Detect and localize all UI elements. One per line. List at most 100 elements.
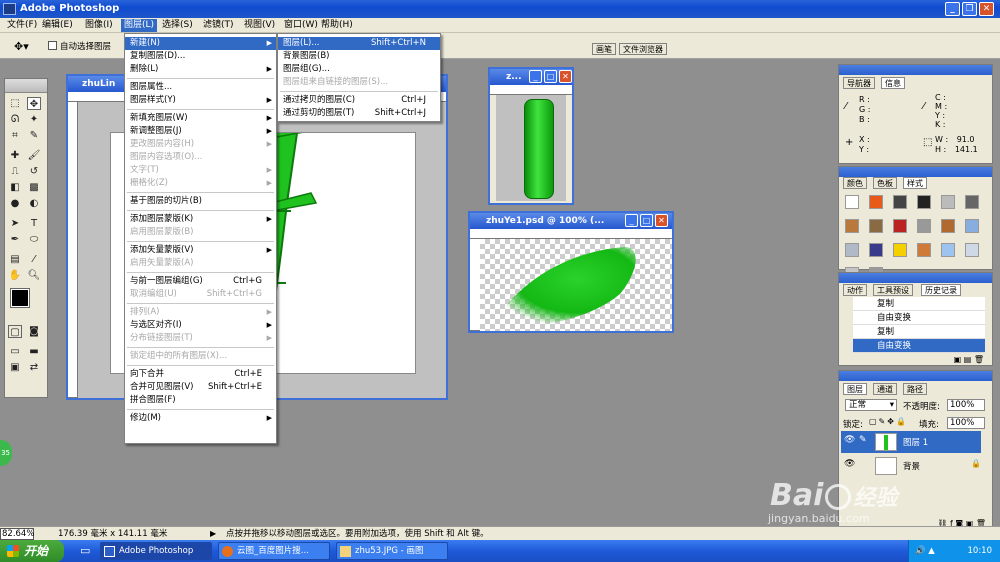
menu-window[interactable]: 窗口(W) (281, 19, 321, 32)
eye-icon[interactable]: 👁 (844, 435, 855, 445)
history-item[interactable]: 自由变换 (853, 311, 985, 325)
layer-row-background[interactable]: 👁 背景 🔒 (841, 455, 981, 477)
style-swatch[interactable] (869, 195, 883, 209)
move-tool-icon[interactable]: ✥ (27, 97, 41, 110)
style-swatch[interactable] (941, 243, 955, 257)
doc-window-leaf[interactable]: zhuYe1.psd @ 100% (... _ □ ✕ (468, 211, 674, 333)
menu-select[interactable]: 选择(S) (159, 19, 196, 32)
slice-tool-icon[interactable]: ✎ (27, 129, 41, 142)
shape-tool-icon[interactable]: ⬭ (27, 233, 41, 246)
menu-image[interactable]: 图像(I) (82, 19, 116, 32)
jump-to-imageready-icon[interactable]: ⇄ (27, 361, 41, 374)
dodge-tool-icon[interactable]: ◐ (27, 197, 41, 210)
doc-window-stick[interactable]: z... _ □ ✕ (488, 67, 574, 205)
menu-file[interactable]: 文件(F) (4, 19, 40, 32)
trash-icon[interactable]: 🗑 (974, 355, 984, 364)
auto-select-checkbox[interactable] (48, 41, 57, 50)
tab-paths[interactable]: 路径 (903, 383, 927, 395)
brush-tool-icon[interactable]: 🖌 (27, 149, 41, 162)
new-submenu-item[interactable]: 通过拷贝的图层(C) Ctrl+J (278, 94, 440, 107)
pen-tool-icon[interactable]: ✒ (8, 233, 22, 246)
blend-mode-select[interactable]: 正常 ▾ (845, 399, 897, 411)
layer-menu-item[interactable]: 新调整图层(J) ▶ (125, 125, 276, 138)
style-swatch[interactable] (893, 195, 907, 209)
layer-menu-item[interactable]: 新建(N) ▶ (125, 37, 276, 50)
tab-channels[interactable]: 通道 (873, 383, 897, 395)
healing-brush-icon[interactable]: ✚ (8, 149, 22, 162)
style-swatch[interactable] (845, 195, 859, 209)
style-swatch[interactable] (917, 243, 931, 257)
marquee-tool-icon[interactable]: ⬚ (8, 97, 22, 110)
type-tool-icon[interactable]: T (27, 217, 41, 230)
minimize-button[interactable]: _ (625, 214, 638, 227)
menu-view[interactable]: 视图(V) (241, 19, 278, 32)
style-swatch[interactable] (869, 243, 883, 257)
style-swatch[interactable] (893, 243, 907, 257)
new-snapshot-icon[interactable]: ▤ (964, 355, 972, 364)
minimize-button[interactable]: _ (945, 2, 960, 16)
blur-tool-icon[interactable]: ● (8, 197, 22, 210)
layer-menu-item[interactable]: 添加图层蒙版(K) ▶ (125, 213, 276, 226)
new-submenu-item[interactable]: 图层组(G)... (278, 63, 440, 76)
tab-tool-presets[interactable]: 工具预设 (873, 284, 913, 296)
close-button[interactable]: ✕ (655, 214, 668, 227)
menu-help[interactable]: 帮助(H) (318, 19, 356, 32)
start-button[interactable]: 开始 (0, 540, 64, 562)
layer-menu-item[interactable]: 删除(L) ▶ (125, 63, 276, 76)
maximize-button[interactable]: □ (544, 70, 557, 83)
eraser-tool-icon[interactable]: ◧ (8, 181, 22, 194)
transparent-canvas[interactable] (480, 239, 672, 331)
hand-tool-icon[interactable]: ✋ (8, 269, 22, 282)
menu-edit[interactable]: 编辑(E) (39, 19, 76, 32)
style-swatch[interactable] (941, 219, 955, 233)
layer-menu-item[interactable]: 向下合并 Ctrl+E (125, 368, 276, 381)
tab-actions[interactable]: 动作 (843, 284, 867, 296)
tab-history[interactable]: 历史记录 (921, 284, 961, 296)
zoom-field[interactable]: 82.64% (0, 528, 34, 540)
dock-tab-brushes[interactable]: 画笔 (592, 43, 616, 55)
layer-menu-item[interactable]: 基于图层的切片(B) (125, 195, 276, 208)
play-icon[interactable]: ▶ (210, 527, 216, 541)
history-item[interactable]: 自由变换 (853, 339, 985, 353)
tab-info[interactable]: 信息 (881, 77, 905, 89)
task-paint[interactable]: zhu53.JPG - 画图 (336, 542, 448, 560)
layer-menu-item[interactable]: 新填充图层(W) ▶ (125, 112, 276, 125)
close-button[interactable]: ✕ (979, 2, 994, 16)
dock-tab-file-browser[interactable]: 文件浏览器 (619, 43, 667, 55)
layer-menu-item[interactable]: 复制图层(D)... (125, 50, 276, 63)
task-photoshop[interactable]: Adobe Photoshop (100, 542, 212, 560)
task-browser[interactable]: 云图_百度图片搜... (218, 542, 330, 560)
magic-wand-icon[interactable]: ✦ (27, 113, 41, 126)
lasso-tool-icon[interactable]: ᘏ (8, 113, 22, 126)
maximize-button[interactable]: □ (640, 214, 653, 227)
style-swatch[interactable] (893, 219, 907, 233)
gradient-tool-icon[interactable]: ▩ (27, 181, 41, 194)
new-submenu-item[interactable]: 通过剪切的图层(T) Shift+Ctrl+J (278, 107, 440, 120)
layer-menu-item[interactable]: 添加矢量蒙版(V) ▶ (125, 244, 276, 257)
clone-stamp-icon[interactable]: ⎍ (8, 165, 22, 178)
move-tool-icon[interactable]: ✥▾ (14, 40, 29, 53)
tab-color[interactable]: 颜色 (843, 177, 867, 189)
minimize-button[interactable]: _ (529, 70, 542, 83)
style-swatch[interactable] (845, 243, 859, 257)
zoom-tool-icon[interactable]: 🔍︎ (27, 269, 41, 282)
tab-layers[interactable]: 图层 (843, 383, 867, 395)
style-swatch[interactable] (965, 195, 979, 209)
show-desktop-icon[interactable]: ▭ (80, 544, 90, 557)
tab-navigator[interactable]: 导航器 (843, 77, 875, 89)
history-brush-icon[interactable]: ↺ (27, 165, 41, 178)
lock-icons[interactable]: ▢✎✥🔒 (869, 417, 908, 426)
path-select-icon[interactable]: ➤ (8, 217, 22, 230)
layer-menu-item[interactable]: 图层样式(Y) ▶ (125, 94, 276, 107)
screen-mode-menu-icon[interactable]: ▣ (8, 361, 22, 374)
screen-mode-full-icon[interactable]: ▬ (27, 345, 41, 358)
style-swatch[interactable] (965, 243, 979, 257)
tab-swatches[interactable]: 色板 (873, 177, 897, 189)
new-submenu-item[interactable]: 背景图层(B) (278, 50, 440, 63)
menu-layer[interactable]: 图层(L) (121, 19, 158, 32)
foreground-color-swatch[interactable] (10, 288, 30, 308)
standard-mode-icon[interactable]: ▢ (8, 325, 22, 338)
layer-menu-item[interactable]: 与前一图层编组(G) Ctrl+G (125, 275, 276, 288)
style-swatch[interactable] (917, 195, 931, 209)
new-submenu-item[interactable]: 图层(L)... Shift+Ctrl+N (278, 37, 440, 50)
